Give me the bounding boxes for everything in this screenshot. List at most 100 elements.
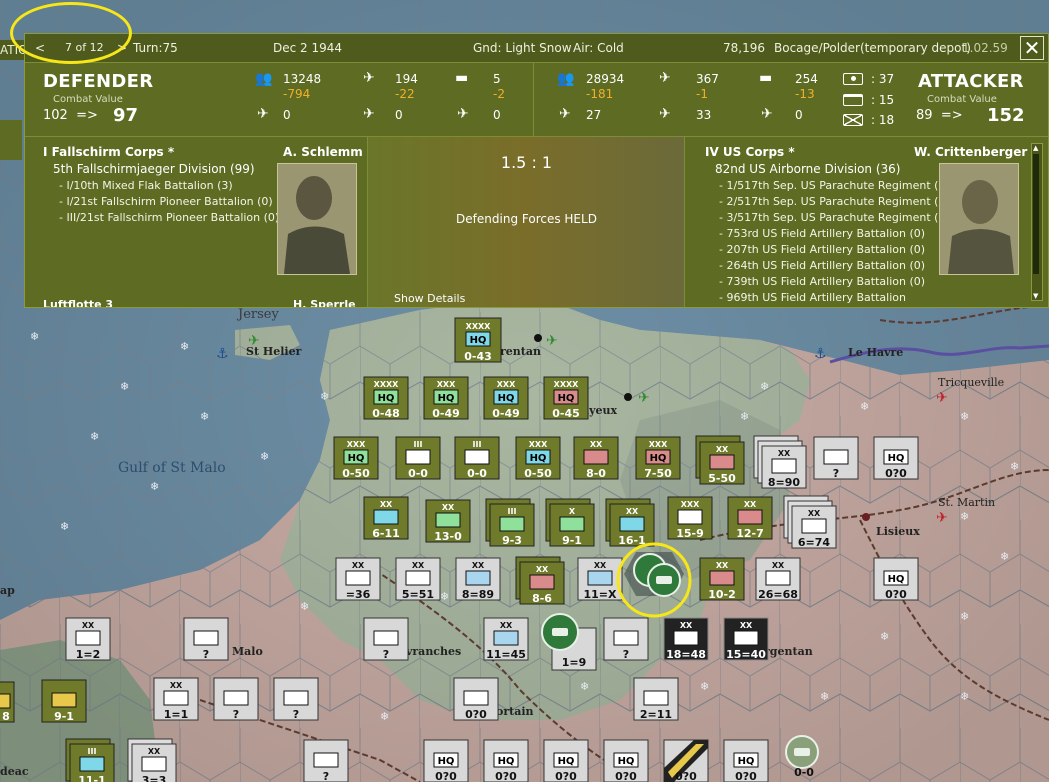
unit-counter[interactable]: HQ 0?0 xyxy=(723,739,769,782)
unit-counter[interactable]: XX 8=90 xyxy=(753,435,807,489)
svg-text:❄: ❄ xyxy=(200,410,209,423)
unit-counter[interactable]: XXX 15-9 xyxy=(667,496,713,540)
svg-text:❄: ❄ xyxy=(1000,550,1009,563)
unit-counter[interactable]: XX 18=48 xyxy=(663,617,709,661)
unit-counter[interactable]: III 9-3 xyxy=(485,498,535,547)
unit-counter[interactable]: XX 13-0 xyxy=(425,499,471,543)
unit-counter[interactable]: XX 6-11 xyxy=(363,496,409,540)
svg-text:12-7: 12-7 xyxy=(736,527,764,540)
svg-text:XX: XX xyxy=(148,747,161,756)
unit-counter[interactable]: XX 11=X xyxy=(577,557,623,601)
defender-unit[interactable]: - I/21st Fallschirm Pioneer Battalion (0… xyxy=(59,195,273,208)
unit-counter[interactable]: XXXX HQ 0-48 xyxy=(363,376,409,420)
unit-counter[interactable]: XX 8-6 xyxy=(515,556,565,605)
attacker-corps[interactable]: IV US Corps * xyxy=(705,145,795,159)
svg-text:❄: ❄ xyxy=(60,520,69,533)
attacker-unit[interactable]: - 264th US Field Artillery Battalion (0) xyxy=(719,259,925,272)
unit-counter[interactable]: HQ 0?0 xyxy=(483,739,529,782)
attacker-unit[interactable]: - 2/517th Sep. US Parachute Regiment (+)… xyxy=(719,195,971,208)
unit-counter[interactable]: HQ 0?0 xyxy=(873,436,919,480)
svg-text:❄: ❄ xyxy=(880,630,889,643)
unit-counter[interactable]: XXX HQ 0-50 xyxy=(515,436,561,480)
unit-counter[interactable]: ? xyxy=(603,617,649,661)
svg-text:HQ: HQ xyxy=(738,756,755,767)
svg-text:?: ? xyxy=(293,708,299,721)
unit-counter[interactable]: X 9-1 xyxy=(545,498,595,547)
unit-counter[interactable]: ? xyxy=(813,436,859,480)
unit-counter[interactable]: 0?0 xyxy=(663,739,709,782)
attacker-unit[interactable]: - 739th US Field Artillery Battalion (0) xyxy=(719,275,925,288)
unit-counter[interactable]: XX 10-2 xyxy=(699,557,745,601)
unit-counter[interactable]: 9-1 xyxy=(41,679,87,723)
infantry-icon: 👥 xyxy=(255,71,273,87)
unit-counter[interactable]: III 0-0 xyxy=(395,436,441,480)
svg-text:HQ: HQ xyxy=(498,756,515,767)
combat-report-panel: < 7 of 12 > Turn:75 Dec 2 1944 Gnd: Ligh… xyxy=(24,33,1049,308)
unit-counter[interactable]: ? xyxy=(273,677,319,721)
unit-counter[interactable]: XXXX HQ 0-43 xyxy=(454,317,502,363)
unit-counter[interactable]: XX 1=1 xyxy=(153,677,199,721)
unit-counter[interactable]: XX 6=74 xyxy=(783,495,837,549)
svg-text:XXXX: XXXX xyxy=(554,380,580,389)
defender-corps[interactable]: I Fallschirm Corps * xyxy=(43,145,174,159)
unit-counter[interactable]: XX 8=89 xyxy=(455,557,501,601)
svg-text:0-0: 0-0 xyxy=(408,467,428,480)
defender-unit[interactable]: - I/10th Mixed Flak Battalion (3) xyxy=(59,179,233,192)
attacker-unit[interactable]: - 969th US Field Artillery Battalion xyxy=(719,291,906,304)
unit-counter[interactable]: XXX HQ 0-49 xyxy=(483,376,529,420)
unit-counter[interactable]: ? xyxy=(213,677,259,721)
unit-counter[interactable]: XX 1=2 xyxy=(65,617,111,661)
airfield-icon: ✈ xyxy=(936,390,948,406)
unit-counter[interactable]: HQ 0?0 xyxy=(603,739,649,782)
close-button[interactable]: ✕ xyxy=(1020,36,1044,60)
unit-counter[interactable]: XX 8-0 xyxy=(573,436,619,480)
unit-counter[interactable]: ? xyxy=(183,617,229,661)
attacker-division[interactable]: 82nd US Airborne Division (36) xyxy=(715,162,900,176)
unit-counter[interactable]: HQ 0?0 xyxy=(423,739,469,782)
unit-counter[interactable]: ? xyxy=(303,739,349,782)
selected-tank-unit[interactable] xyxy=(624,552,684,597)
defender-unit[interactable]: - III/21st Fallschirm Pioneer Battalion … xyxy=(59,211,279,224)
attacker-scrollbar[interactable]: ▲ ▼ xyxy=(1031,143,1043,301)
svg-text:XX: XX xyxy=(772,561,785,570)
svg-text:HQ: HQ xyxy=(888,453,905,464)
attacker-section: IV US Corps * W. Crittenberger 82nd US A… xyxy=(685,137,1049,307)
defender-division[interactable]: 5th Fallschirmjaeger Division (99) xyxy=(53,162,255,176)
unit-counter[interactable]: XX 12-7 xyxy=(727,496,773,540)
unit-counter[interactable]: III 11-1 xyxy=(65,738,115,782)
unit-counter[interactable]: HQ 0?0 xyxy=(873,557,919,601)
unit-counter[interactable]: ? xyxy=(363,617,409,661)
unit-counter[interactable]: XX 16-1 xyxy=(605,498,655,547)
unit-counter[interactable]: XXXX HQ 0-45 xyxy=(543,376,589,420)
svg-text:8: 8 xyxy=(2,710,10,723)
unit-counter[interactable]: XXX HQ 7-50 xyxy=(635,436,681,480)
scrollbar-thumb[interactable] xyxy=(1033,154,1039,274)
unit-counter[interactable]: XX 11=45 xyxy=(483,617,529,661)
combat-odds: 1.5 : 1 xyxy=(500,153,553,172)
unit-counter[interactable]: XX =36 xyxy=(335,557,381,601)
svg-text:❄: ❄ xyxy=(380,710,389,723)
unit-counter[interactable]: XX 3=3 xyxy=(127,738,177,782)
unit-counter[interactable]: 8 xyxy=(0,681,15,723)
svg-text:XX: XX xyxy=(380,500,393,509)
attacker-unit[interactable]: - 3/517th Sep. US Parachute Regiment (+)… xyxy=(719,211,971,224)
attacker-unit[interactable]: - 753rd US Field Artillery Battalion (0) xyxy=(719,227,925,240)
attacker-unit[interactable]: - 1/517th Sep. US Parachute Regiment (+)… xyxy=(719,179,971,192)
unit-counter[interactable]: XX 15=40 xyxy=(723,617,769,661)
unit-counter[interactable]: XX 5=51 xyxy=(395,557,441,601)
defender-section: I Fallschirm Corps * A. Schlemm 5th Fall… xyxy=(25,137,368,307)
unit-counter[interactable]: III 0-0 xyxy=(454,436,500,480)
unit-counter[interactable]: XXX HQ 0-50 xyxy=(333,436,379,480)
unit-counter[interactable]: 0?0 xyxy=(453,677,499,721)
attacker-unit[interactable]: - 207th US Field Artillery Battalion (0) xyxy=(719,243,925,256)
unit-counter[interactable]: HQ 0?0 xyxy=(543,739,589,782)
unit-counter[interactable]: XX 26=68 xyxy=(755,557,801,601)
unit-counter[interactable]: 2=11 xyxy=(633,677,679,721)
svg-text:XX: XX xyxy=(170,681,183,690)
defender-aircraft: 194 xyxy=(395,72,418,86)
unit-counter[interactable]: XX 5-50 xyxy=(695,435,745,485)
show-details-link[interactable]: Show Details xyxy=(394,292,465,305)
svg-text:11-1: 11-1 xyxy=(78,774,106,782)
unit-counter[interactable]: XXX HQ 0-49 xyxy=(423,376,469,420)
svg-text:=36: =36 xyxy=(346,588,371,601)
